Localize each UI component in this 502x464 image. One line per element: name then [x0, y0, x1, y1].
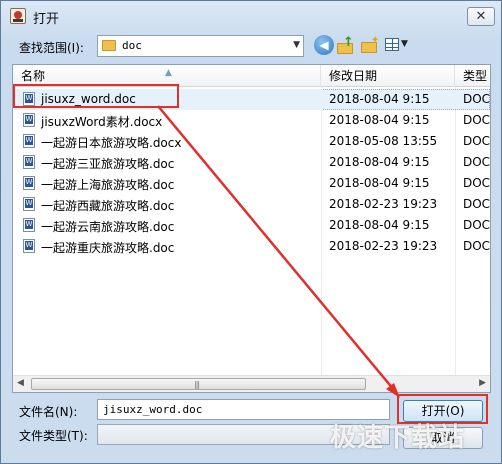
file-type: DOC	[463, 239, 491, 253]
file-name: 一起游重庆旅游攻略.doc	[41, 241, 175, 255]
file-type: DOC	[463, 176, 491, 190]
scrollbar-thumb[interactable]: |||	[31, 378, 366, 390]
file-name: jisuxzWord素材.docx	[41, 115, 163, 129]
word-document-icon	[23, 218, 35, 232]
file-row[interactable]: 一起游三亚旅游攻略.doc 2018-08-04 9:15 DOC	[15, 152, 490, 173]
file-date: 2018-02-23 19:23	[329, 239, 438, 253]
column-header-type[interactable]: 类型	[455, 65, 490, 87]
view-menu-icon[interactable]: ▼	[384, 35, 410, 55]
file-type: DOC	[463, 218, 491, 232]
file-name: 一起游日本旅游攻略.docx	[41, 136, 182, 150]
watermark-text: 极速下载站	[330, 423, 466, 453]
file-type-label: 文件类型(T):	[19, 429, 88, 443]
file-row[interactable]: 一起游日本旅游攻略.docx 2018-05-08 13:55 DOC	[15, 131, 490, 152]
file-name: 一起游三亚旅游攻略.doc	[41, 157, 175, 171]
grip-icon: |||	[194, 380, 200, 389]
file-date: 2018-08-04 9:15	[329, 92, 430, 106]
file-date: 2018-05-08 13:55	[329, 134, 438, 148]
file-type: DOC	[463, 197, 491, 211]
word-document-icon	[23, 239, 35, 253]
look-in-label: 查找范围(I):	[19, 41, 84, 55]
file-type: DOC	[463, 113, 491, 127]
word-document-icon	[23, 155, 35, 169]
file-date: 2018-02-23 19:23	[329, 197, 438, 211]
horizontal-scrollbar[interactable]: ◀ ||| ▶	[13, 375, 490, 392]
up-folder-icon[interactable]: ↑	[336, 35, 356, 55]
word-document-icon	[23, 134, 35, 148]
title-bar: 打开 ✕	[1, 1, 501, 31]
file-type: DOC	[463, 92, 491, 106]
column-header-name-label: 名称	[21, 69, 46, 83]
sort-ascending-icon: ▲	[165, 68, 172, 78]
folder-icon	[102, 40, 116, 51]
close-icon: ✕	[475, 9, 487, 24]
file-name: 一起游西藏旅游攻略.doc	[41, 199, 175, 213]
file-name-label: 文件名(N):	[19, 405, 78, 419]
file-list[interactable]: 名称 ▲ 修改日期 类型 jisuxz_word.doc 2018-08-04 …	[12, 64, 491, 393]
file-type: DOC	[463, 134, 491, 148]
file-name: 一起游云南旅游攻略.doc	[41, 220, 175, 234]
word-document-icon	[23, 113, 35, 127]
dialog-title: 打开	[33, 12, 60, 27]
back-icon[interactable]: ◀	[314, 35, 334, 55]
scroll-left-icon[interactable]: ◀	[17, 378, 24, 388]
word-document-icon	[23, 197, 35, 211]
chevron-down-icon: ▼	[293, 40, 300, 50]
scroll-right-icon[interactable]: ▶	[479, 378, 486, 388]
file-date: 2018-08-04 9:15	[329, 113, 430, 127]
file-date: 2018-08-04 9:15	[329, 176, 430, 190]
new-folder-icon[interactable]: ✦	[360, 35, 380, 55]
word-document-icon	[23, 176, 35, 190]
look-in-dropdown[interactable]: doc ▼	[97, 35, 304, 57]
file-name: 一起游上海旅游攻略.doc	[41, 178, 175, 192]
file-type: DOC	[463, 155, 491, 169]
app-icon	[10, 8, 26, 24]
file-date: 2018-08-04 9:15	[329, 155, 430, 169]
file-date: 2018-08-04 9:15	[329, 218, 430, 232]
look-in-value: doc	[122, 39, 142, 52]
close-button[interactable]: ✕	[467, 7, 495, 26]
file-row[interactable]: 一起游西藏旅游攻略.doc 2018-02-23 19:23 DOC	[15, 194, 490, 215]
file-highlight-annotation	[13, 84, 179, 108]
file-row[interactable]: 一起游重庆旅游攻略.doc 2018-02-23 19:23 DOC	[15, 236, 490, 257]
file-row[interactable]: 一起游云南旅游攻略.doc 2018-08-04 9:15 DOC	[15, 215, 490, 236]
file-row[interactable]: 一起游上海旅游攻略.doc 2018-08-04 9:15 DOC	[15, 173, 490, 194]
file-row[interactable]: jisuxzWord素材.docx 2018-08-04 9:15 DOC	[15, 110, 490, 131]
column-header-date[interactable]: 修改日期	[321, 65, 455, 87]
